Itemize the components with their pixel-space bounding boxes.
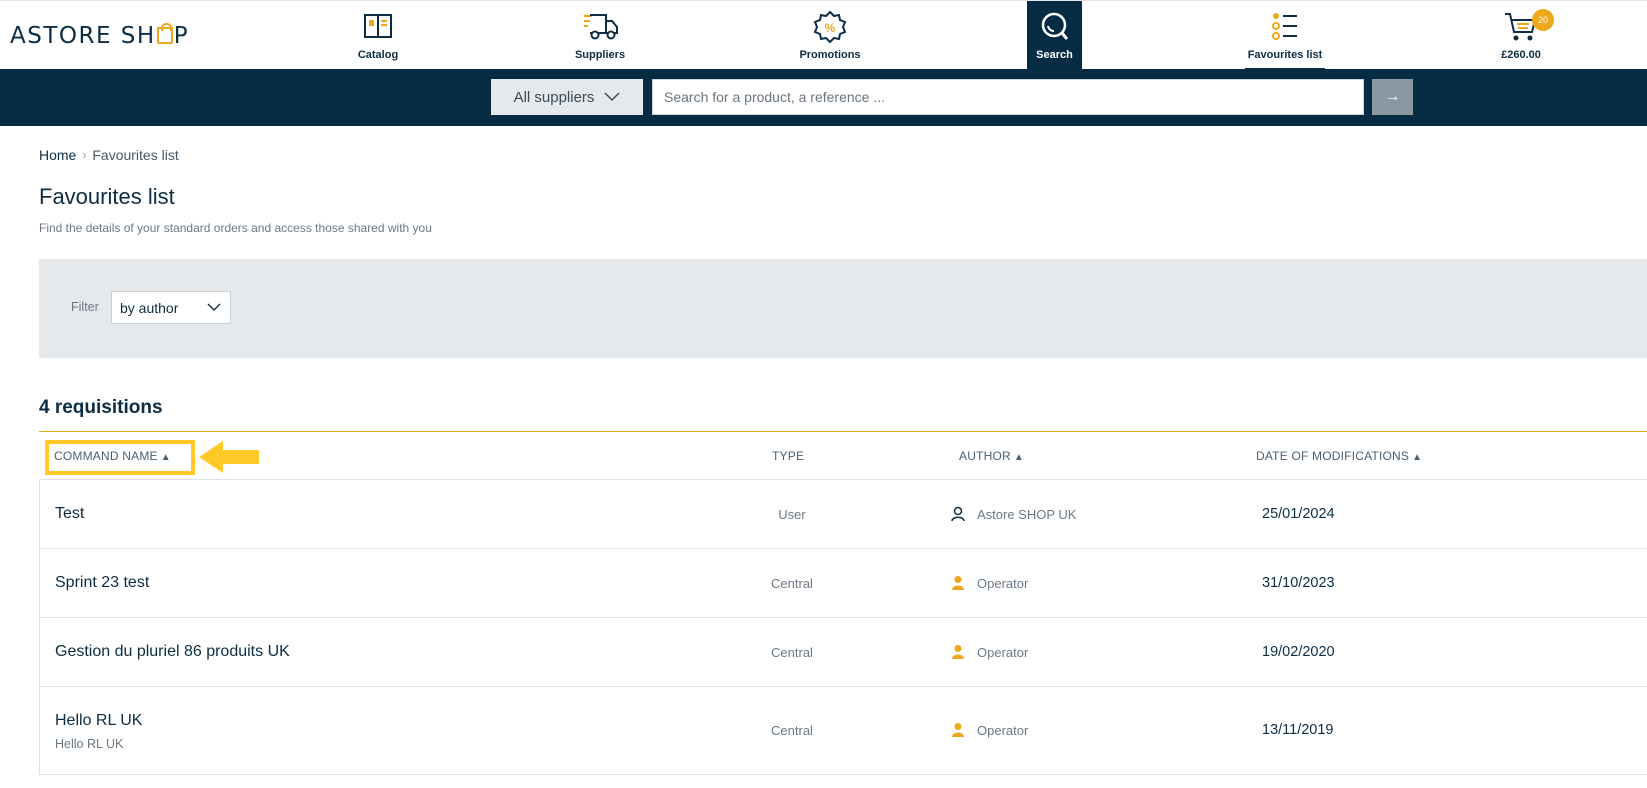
command-name[interactable]: Hello RL UK xyxy=(55,712,142,730)
cart-count-badge: 20 xyxy=(1532,9,1554,31)
logo-text: ASTORE SH xyxy=(10,23,156,49)
nav-search-label: Search xyxy=(1036,49,1073,61)
column-header-author-label: AUTHOR xyxy=(959,449,1011,463)
filter-dropdown[interactable]: by author xyxy=(111,291,231,324)
filter-panel: Filter by author xyxy=(39,259,1647,358)
pointer-arrow-icon xyxy=(199,441,259,473)
column-header-type: TYPE xyxy=(772,449,805,463)
column-header-date[interactable]: DATE OF MODIFICATIONS ▲ xyxy=(1256,449,1422,463)
list-icon xyxy=(1272,13,1297,40)
modification-date: 13/11/2019 xyxy=(1262,722,1334,738)
arrow-right-icon: → xyxy=(1384,88,1401,105)
column-header-name-label: COMMAND NAME xyxy=(54,449,158,463)
command-description: Hello RL UK xyxy=(55,737,124,751)
command-author: Operator xyxy=(951,575,1028,591)
modification-date: 31/10/2023 xyxy=(1262,575,1335,591)
command-author: Operator xyxy=(951,644,1028,660)
user-filled-icon xyxy=(952,723,964,737)
filter-dropdown-value: by author xyxy=(120,299,179,316)
table-header: COMMAND NAME ▲ TYPE AUTHOR ▲ DATE OF MODIF… xyxy=(39,432,1647,480)
table-row[interactable]: Hello RL UK Hello RL UK Central Operator… xyxy=(39,687,1647,775)
requisitions-count: 4 requisitions xyxy=(39,397,163,418)
nav-promotions[interactable]: % Promotions xyxy=(775,1,885,70)
command-type: Central xyxy=(771,645,813,660)
logo-text-end: P xyxy=(173,23,190,49)
command-type: User xyxy=(778,507,806,522)
sort-arrow-icon: ▲ xyxy=(160,452,171,463)
breadcrumb-home[interactable]: Home xyxy=(39,147,76,163)
nav-favourites[interactable]: Favourites list xyxy=(1230,1,1340,70)
author-name: Astore SHOP UK xyxy=(977,506,1077,522)
command-type: Central xyxy=(771,723,813,738)
command-type: Central xyxy=(771,576,813,591)
table-row[interactable]: Gestion du pluriel 86 produits UK Centra… xyxy=(39,618,1647,687)
column-header-author[interactable]: AUTHOR ▲ xyxy=(959,449,1024,463)
catalog-icon xyxy=(364,14,392,38)
table-row[interactable]: Test User Astore SHOP UK 25/01/2024 xyxy=(39,480,1647,549)
sort-arrow-icon: ▲ xyxy=(1412,452,1423,463)
top-navigation: ASTORE SH P Catalog Suppliers % Promotion xyxy=(0,0,1647,70)
supplier-dropdown[interactable]: All suppliers xyxy=(491,79,643,115)
search-input[interactable] xyxy=(652,79,1364,115)
column-header-name[interactable]: COMMAND NAME ▲ xyxy=(54,449,171,463)
nav-catalog-label: Catalog xyxy=(357,49,399,61)
search-icon xyxy=(1041,12,1068,40)
user-filled-icon xyxy=(952,645,964,659)
nav-catalog[interactable]: Catalog xyxy=(323,1,433,70)
author-name: Operator xyxy=(977,644,1029,660)
chevron-right-icon: › xyxy=(82,148,87,162)
chevron-down-icon xyxy=(207,303,221,311)
page-title: Favourites list xyxy=(39,184,175,209)
column-header-date-label: DATE OF MODIFICATIONS xyxy=(1256,449,1410,463)
search-submit-button[interactable]: → xyxy=(1372,79,1413,115)
nav-favourites-label: Favourites list xyxy=(1247,49,1323,61)
nav-search[interactable]: Search xyxy=(1027,1,1082,70)
promotion-badge-icon: % xyxy=(813,11,847,43)
modification-date: 19/02/2020 xyxy=(1262,644,1335,660)
command-name[interactable]: Gestion du pluriel 86 produits UK xyxy=(55,643,290,661)
command-name[interactable]: Sprint 23 test xyxy=(55,574,149,592)
chevron-down-icon xyxy=(604,92,620,102)
author-name: Operator xyxy=(977,722,1029,738)
breadcrumb-current: Favourites list xyxy=(92,147,179,163)
nav-suppliers[interactable]: Suppliers xyxy=(545,1,655,70)
supplier-dropdown-value: All suppliers xyxy=(513,88,595,106)
user-filled-icon xyxy=(952,576,964,590)
command-author: Astore SHOP UK xyxy=(951,506,1076,522)
user-outline-icon xyxy=(951,506,965,522)
shopping-bag-icon xyxy=(156,23,173,44)
search-bar: All suppliers → xyxy=(0,69,1647,126)
command-author: Operator xyxy=(951,722,1028,738)
page-subtitle: Find the details of your standard orders… xyxy=(39,221,432,235)
table-row[interactable]: Sprint 23 test Central Operator 31/10/20… xyxy=(39,549,1647,618)
cart-total: £260.00 xyxy=(1501,49,1541,61)
svg-text:%: % xyxy=(825,21,836,35)
sort-arrow-icon: ▲ xyxy=(1013,452,1024,463)
favourites-table: COMMAND NAME ▲ TYPE AUTHOR ▲ DATE OF MODIF… xyxy=(39,431,1647,775)
delivery-truck-icon xyxy=(584,14,618,40)
breadcrumb: Home › Favourites list xyxy=(39,147,179,163)
author-name: Operator xyxy=(977,575,1029,591)
filter-label: Filter xyxy=(71,300,99,314)
command-name[interactable]: Test xyxy=(55,505,84,523)
brand-logo[interactable]: ASTORE SH P xyxy=(10,23,189,49)
modification-date: 25/01/2024 xyxy=(1262,506,1335,522)
nav-suppliers-label: Suppliers xyxy=(574,49,626,61)
nav-cart[interactable]: 20 £260.00 xyxy=(1466,1,1576,70)
nav-promotions-label: Promotions xyxy=(799,49,861,61)
